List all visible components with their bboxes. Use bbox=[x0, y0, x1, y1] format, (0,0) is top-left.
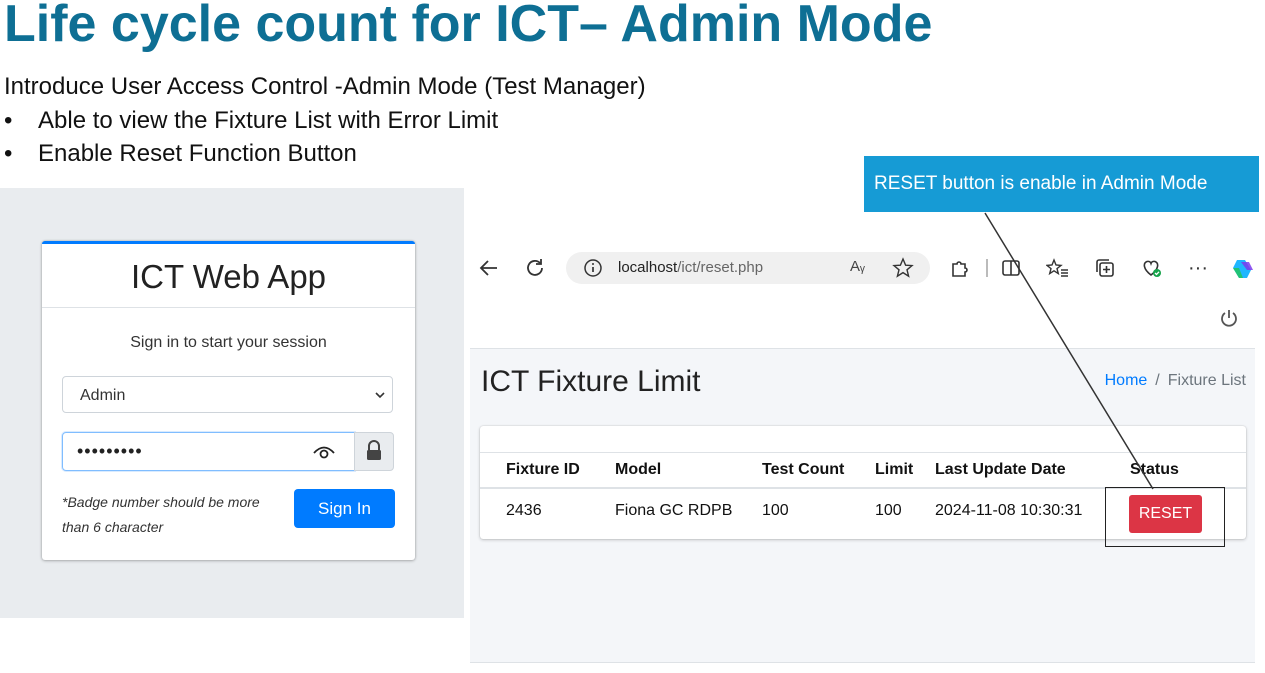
col-header-limit: Limit bbox=[875, 452, 935, 489]
intro-text: Introduce User Access Control -Admin Mod… bbox=[4, 73, 646, 100]
bullet-text: Enable Reset Function Button bbox=[38, 140, 357, 167]
cell-limit: 100 bbox=[875, 502, 902, 519]
bullet-list: • Able to view the Fixture List with Erro… bbox=[4, 106, 498, 172]
address-bar[interactable]: localhost/ict/reset.php Aᵧ bbox=[566, 252, 930, 284]
bullet-item: • Able to view the Fixture List with Erro… bbox=[4, 106, 498, 139]
chevron-down-icon bbox=[374, 377, 386, 428]
badge-hint: *Badge number should be more than 6 char… bbox=[62, 494, 260, 535]
info-icon[interactable] bbox=[583, 258, 603, 283]
col-header-fixture-id: Fixture ID bbox=[480, 452, 615, 489]
slide-title: Life cycle count for ICT– Admin Mode bbox=[4, 0, 933, 53]
eye-icon[interactable] bbox=[312, 441, 336, 461]
login-app-title: ICT Web App bbox=[42, 244, 415, 308]
cell-model: Fiona GC RDPB bbox=[615, 502, 733, 519]
breadcrumb-separator: / bbox=[1155, 372, 1160, 389]
cell-last-update: 2024-11-08 10:30:31 bbox=[935, 502, 1083, 519]
col-header-last-update: Last Update Date bbox=[935, 452, 1130, 489]
login-card: ICT Web App Sign in to start your sessio… bbox=[42, 241, 415, 560]
reset-highlight-box bbox=[1105, 487, 1225, 547]
bullet-text: Able to view the Fixture List with Error… bbox=[38, 107, 499, 134]
browser-screenshot: localhost/ict/reset.php Aᵧ ··· ICT Fixtu… bbox=[470, 248, 1255, 663]
favorites-list-icon[interactable] bbox=[1045, 258, 1070, 278]
cell-fixture-id: 2436 bbox=[506, 502, 542, 519]
split-screen-icon[interactable] bbox=[1000, 258, 1022, 278]
url-host: localhost bbox=[618, 259, 678, 276]
table-header-row: Fixture ID Model Test Count Limit Last U… bbox=[480, 452, 1246, 489]
refresh-icon[interactable] bbox=[525, 258, 547, 278]
browser-essentials-heart-icon[interactable] bbox=[1141, 258, 1163, 278]
read-aloud-icon[interactable]: Aᵧ bbox=[850, 258, 865, 275]
url-path: /ict/reset.php bbox=[677, 259, 764, 276]
breadcrumb: Home / Fixture List bbox=[1105, 372, 1246, 390]
callout-box: RESET button is enable in Admin Mode bbox=[864, 156, 1259, 212]
role-select[interactable]: Admin bbox=[62, 376, 393, 413]
password-masked-value: ••••••••• bbox=[77, 441, 143, 461]
login-subtitle: Sign in to start your session bbox=[130, 334, 327, 351]
copilot-icon[interactable] bbox=[1231, 258, 1255, 278]
login-screenshot: ICT Web App Sign in to start your sessio… bbox=[0, 188, 464, 618]
sign-in-button[interactable]: Sign In bbox=[294, 489, 395, 528]
url-text: localhost/ict/reset.php bbox=[618, 259, 763, 276]
col-header-status: Status bbox=[1130, 452, 1246, 489]
role-select-value: Admin bbox=[80, 387, 126, 404]
bullet-item: • Enable Reset Function Button bbox=[4, 139, 498, 172]
bullet-glyph: • bbox=[4, 107, 13, 134]
browser-toolbar: localhost/ict/reset.php Aᵧ ··· bbox=[470, 248, 1255, 288]
page-heading: ICT Fixture Limit bbox=[481, 365, 701, 398]
bullet-glyph: • bbox=[4, 140, 13, 167]
password-row: ••••••••• bbox=[62, 432, 395, 471]
lock-addon bbox=[354, 432, 394, 471]
power-icon[interactable] bbox=[1219, 308, 1239, 333]
app-navbar bbox=[470, 288, 1255, 349]
toolbar-divider bbox=[986, 259, 988, 277]
breadcrumb-home-link[interactable]: Home bbox=[1105, 372, 1148, 389]
collections-icon[interactable] bbox=[1094, 258, 1116, 278]
cell-test-count: 100 bbox=[762, 502, 789, 519]
extensions-puzzle-icon[interactable] bbox=[949, 258, 971, 278]
favorite-star-icon[interactable] bbox=[892, 257, 914, 284]
col-header-test-count: Test Count bbox=[762, 452, 875, 489]
col-header-model: Model bbox=[615, 452, 762, 489]
back-arrow-icon[interactable] bbox=[478, 258, 500, 278]
more-options-icon[interactable]: ··· bbox=[1187, 258, 1209, 278]
breadcrumb-current: Fixture List bbox=[1167, 372, 1246, 389]
lock-icon bbox=[367, 440, 381, 460]
